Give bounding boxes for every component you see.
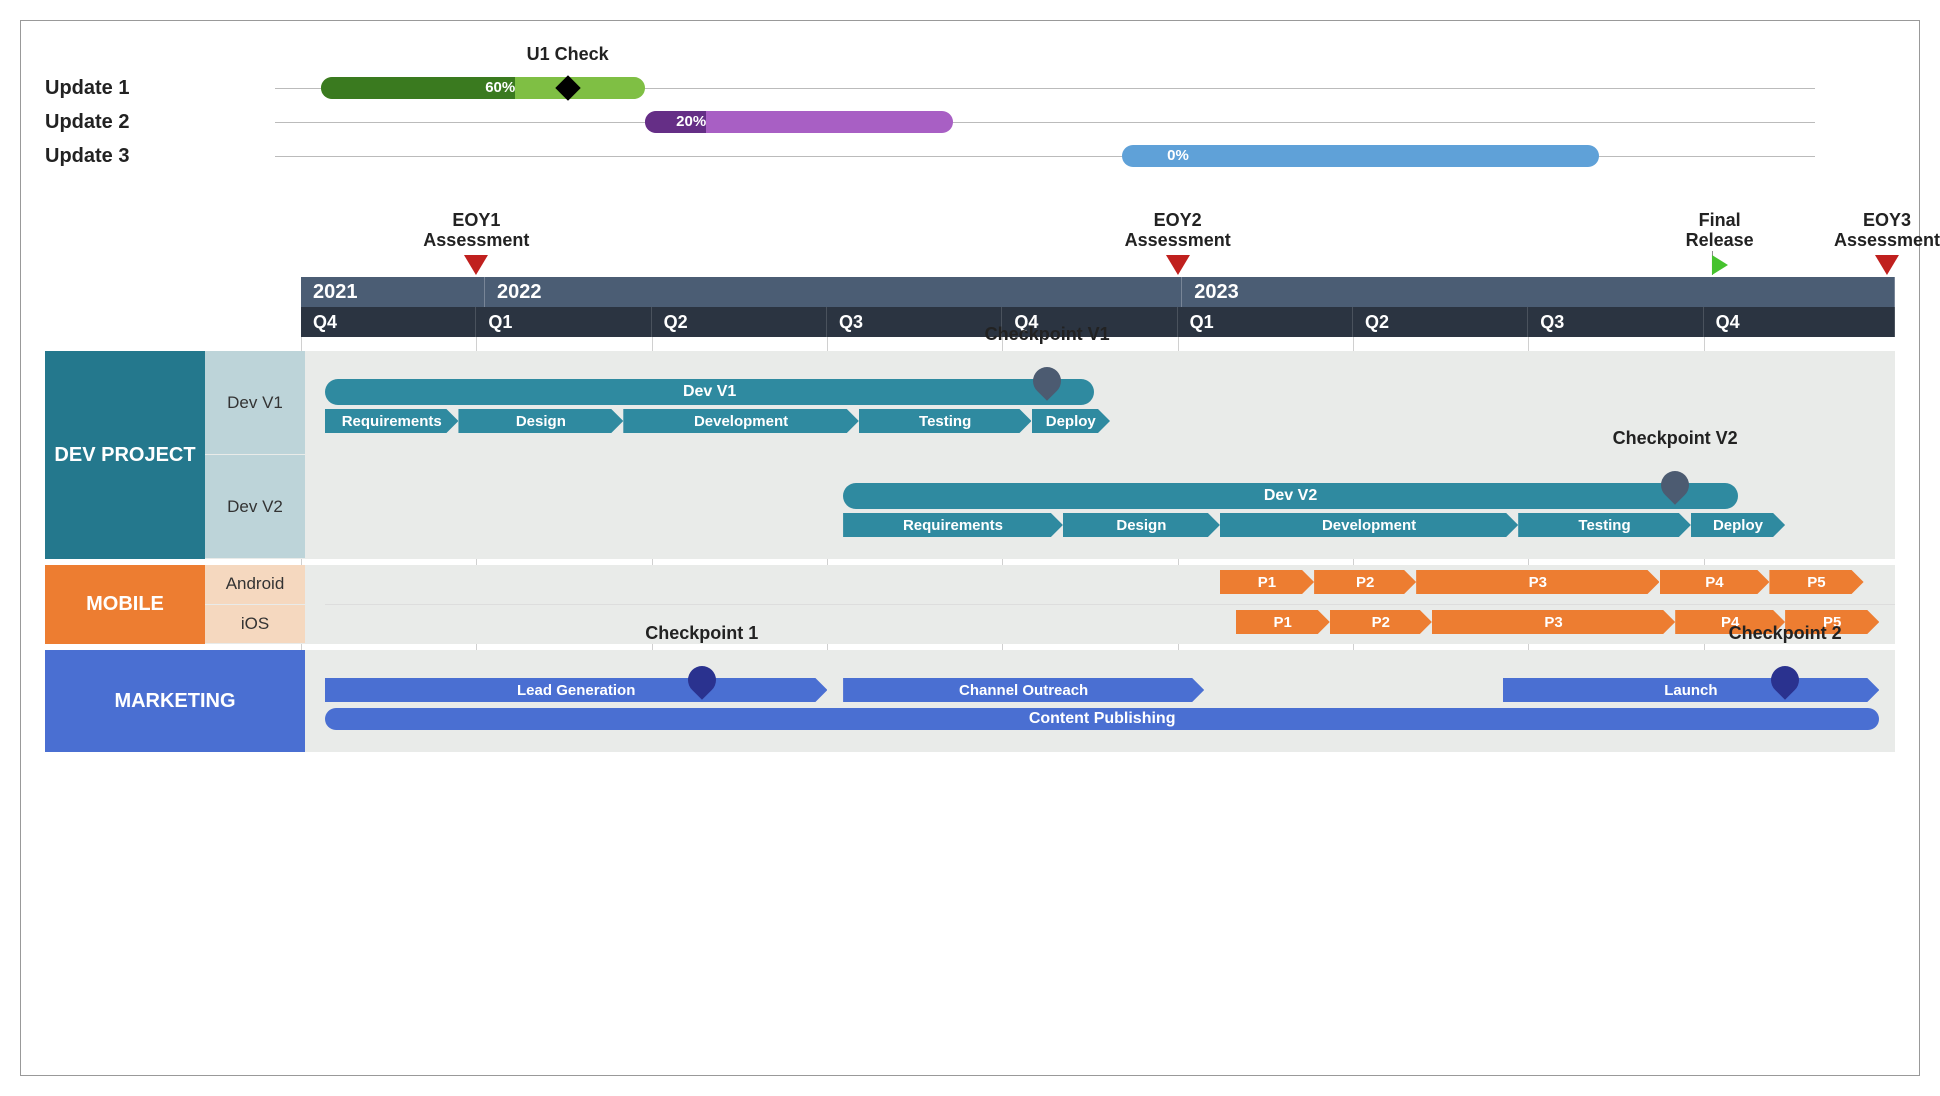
task-bar: P2 — [1330, 610, 1432, 634]
quarter-cell: Q4 — [1704, 307, 1895, 337]
milestone-label: U1 Check — [527, 44, 609, 65]
quarter-cell: Q1 — [476, 307, 651, 337]
update-label: Update 2 — [45, 111, 275, 134]
quarter-cell: Q1 — [1178, 307, 1353, 337]
checkpoint-label: Checkpoint V2 — [1613, 428, 1738, 449]
marker-label: EOY1 — [452, 210, 500, 231]
progress-percent: 60% — [321, 77, 523, 99]
subgroup-label: Dev V1 — [205, 351, 305, 455]
timeline-marker: FinalRelease — [1686, 210, 1754, 275]
marker-label: Assessment — [1125, 230, 1231, 251]
task-bar: P4 — [1660, 570, 1770, 594]
progress-percent: 0% — [1122, 145, 1197, 167]
task-bar: Lead Generation — [325, 678, 827, 702]
task-bar: Channel Outreach — [843, 678, 1204, 702]
red-triangle-icon — [1875, 255, 1899, 275]
task-bar: Testing — [1518, 513, 1691, 537]
timeline-marker: EOY2Assessment — [1125, 210, 1231, 275]
subgroup-label: Dev V2 — [205, 455, 305, 559]
lane-dev-project: DEV PROJECT Dev V1Dev V2 Checkpoint V1De… — [45, 351, 1895, 559]
year-cell: 2023 — [1182, 277, 1895, 307]
task-bar: Design — [1063, 513, 1220, 537]
task-bar: Development — [1220, 513, 1518, 537]
task-bar: P3 — [1416, 570, 1659, 594]
subgroup-label: iOS — [205, 605, 305, 645]
quarter-cell: Q3 — [827, 307, 1002, 337]
year-cell: 2021 — [301, 277, 485, 307]
timeline-marker: EOY1Assessment — [423, 210, 529, 275]
quarter-cell: Q3 — [1528, 307, 1703, 337]
progress-bar: 60% — [321, 77, 644, 99]
task-bar: Requirements — [843, 513, 1063, 537]
summary-bar: Content Publishing — [325, 708, 1879, 730]
checkpoint-label: Checkpoint 2 — [1729, 623, 1842, 644]
lane-mobile: MOBILE AndroidiOS P1P2P3P4P5P1P2P3P4P5 — [45, 565, 1895, 644]
task-bar: Requirements — [325, 409, 458, 433]
progress-percent: 20% — [645, 111, 715, 133]
task-bar: P5 — [1769, 570, 1863, 594]
progress-bar: 0% — [1122, 145, 1599, 167]
marker-label: Assessment — [1834, 230, 1940, 251]
quarter-cell: Q2 — [652, 307, 827, 337]
task-bar: Testing — [859, 409, 1032, 433]
update-row: Update 160%U1 Check — [45, 71, 1895, 105]
update-row: Update 2 20% — [45, 105, 1895, 139]
red-triangle-icon — [464, 255, 488, 275]
timeline-marker: EOY3Assessment — [1834, 210, 1940, 275]
lane-marketing: MARKETING Checkpoint 1Checkpoint 2Lead G… — [45, 650, 1895, 752]
task-bar: Development — [623, 409, 859, 433]
task-bar: Deploy — [1032, 409, 1111, 433]
task-bar: Launch — [1503, 678, 1880, 702]
task-bar: P3 — [1432, 610, 1675, 634]
task-bar: P1 — [1220, 570, 1314, 594]
subgroup-label: Android — [205, 565, 305, 605]
marker-label: Assessment — [423, 230, 529, 251]
checkpoint-label: Checkpoint V1 — [985, 324, 1110, 345]
summary-bar: Dev V2 — [843, 483, 1738, 509]
marker-label: Release — [1686, 230, 1754, 251]
summary-bar: Dev V1 — [325, 379, 1094, 405]
marker-label: EOY2 — [1154, 210, 1202, 231]
checkpoint-label: Checkpoint 1 — [645, 623, 758, 644]
task-bar: P1 — [1236, 610, 1330, 634]
task-bar: Deploy — [1691, 513, 1785, 537]
update-label: Update 1 — [45, 77, 275, 100]
flag-icon — [1712, 255, 1728, 275]
lane-header-dev: DEV PROJECT — [45, 351, 205, 559]
update-row: Update 3 0% — [45, 139, 1895, 173]
year-cell: 2022 — [485, 277, 1182, 307]
update-label: Update 3 — [45, 145, 275, 168]
quarter-cell: Q4 — [301, 307, 476, 337]
red-triangle-icon — [1166, 255, 1190, 275]
lane-header-mobile: MOBILE — [45, 565, 205, 644]
quarter-cell: Q2 — [1353, 307, 1528, 337]
marker-label: Final — [1699, 210, 1741, 231]
task-bar: P2 — [1314, 570, 1416, 594]
lane-header-marketing: MARKETING — [45, 650, 305, 752]
gantt-chart: Update 1 60%U1 Check Update 2 20% Update 3 0%… — [20, 20, 1920, 1076]
progress-bar: 20% — [645, 111, 953, 133]
task-bar: Design — [458, 409, 623, 433]
marker-label: EOY3 — [1863, 210, 1911, 231]
